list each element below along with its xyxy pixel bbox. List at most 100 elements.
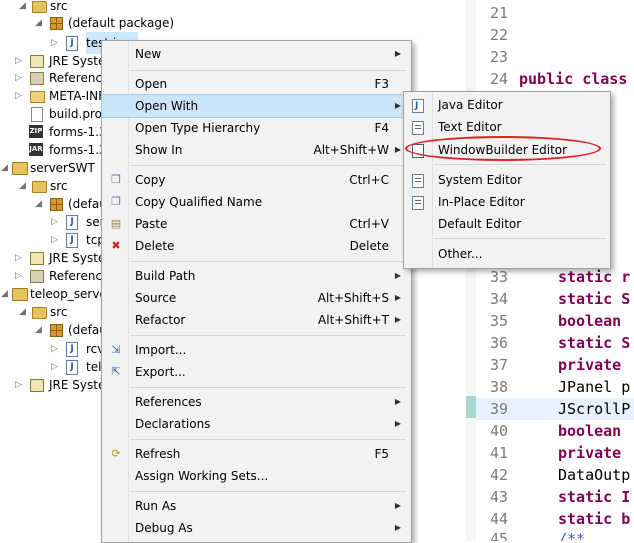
code-line[interactable]: 45 /** <box>476 528 634 541</box>
menu-item-paste[interactable]: ▤ Paste Ctrl+V <box>102 213 411 235</box>
source-folder-icon <box>32 307 47 319</box>
code-text: private <box>558 356 622 374</box>
menu-item-copy-qualified-name[interactable]: ❐ Copy Qualified Name <box>102 191 411 213</box>
code-line[interactable]: 22 <box>476 24 634 46</box>
code-line[interactable]: 43 static I <box>476 486 634 508</box>
tree-row-default-package[interactable]: ◢ (default package) <box>0 12 460 34</box>
code-text: private <box>558 444 622 462</box>
menu-item-build-path[interactable]: Build Path ▶ <box>102 265 411 287</box>
submenu-arrow-icon: ▶ <box>394 101 401 110</box>
open-with-submenu: Java Editor Text Editor WindowBuilder Ed… <box>403 91 611 269</box>
submenu-arrow-icon: ▶ <box>394 49 401 58</box>
submenu-item-java-editor[interactable]: Java Editor <box>404 94 610 117</box>
copy-icon: ❐ <box>111 173 121 186</box>
menu-item-import[interactable]: ⇲ Import... <box>102 339 411 361</box>
menu-item-label: Import... <box>135 343 187 357</box>
code-line[interactable]: 42 DataOutp <box>476 464 634 486</box>
submenu-arrow-icon: ▶ <box>394 315 401 324</box>
code-line[interactable]: 37 private <box>476 354 634 376</box>
menu-item-references[interactable]: References ▶ <box>102 391 411 413</box>
menu-item-delete[interactable]: ✖ Delete Delete <box>102 235 411 257</box>
collapse-arrow-icon[interactable]: ◢ <box>34 12 43 34</box>
menu-item-label: Run As <box>135 499 177 513</box>
menu-item-refresh[interactable]: ⟳ Refresh F5 <box>102 443 411 465</box>
ruler-highlight-marker <box>466 396 476 418</box>
package-icon <box>50 324 63 337</box>
menu-shortcut: Alt+Shift+W <box>313 143 390 157</box>
menu-shortcut: Delete <box>349 239 389 253</box>
menu-item-label: Source <box>135 291 177 305</box>
menu-shortcut: Ctrl+C <box>349 173 389 187</box>
project-icon <box>12 288 28 301</box>
submenu-arrow-icon: ▶ <box>394 523 401 532</box>
menu-item-source[interactable]: Source Alt+Shift+S ▶ <box>102 287 411 309</box>
menu-item-debug-as[interactable]: Debug As ▶ <box>102 517 411 539</box>
menu-item-open-with[interactable]: Open With ▶ <box>101 94 412 118</box>
code-line[interactable]: 24 public class <box>476 68 634 90</box>
code-line[interactable]: 38 JPanel p <box>476 376 634 398</box>
code-text: static r <box>558 268 631 286</box>
code-line[interactable]: 23 <box>476 46 634 68</box>
tree-label: (default package) <box>68 16 175 30</box>
properties-file-icon <box>31 107 43 122</box>
submenu-item-text-editor[interactable]: Text Editor <box>404 116 610 138</box>
code-line[interactable]: 40 boolean <box>476 420 634 442</box>
code-line[interactable]: 35 boolean <box>476 310 634 332</box>
menu-separator <box>130 491 406 492</box>
line-number: 41 <box>489 444 508 462</box>
menu-item-copy[interactable]: ❐ Copy Ctrl+C <box>102 169 411 191</box>
menu-item-label: Copy Qualified Name <box>135 195 263 209</box>
java-file-icon: J <box>66 233 78 248</box>
submenu-item-label: Java Editor <box>438 98 503 112</box>
menu-item-label: Assign Working Sets... <box>135 469 269 483</box>
package-icon <box>50 198 63 211</box>
code-line[interactable]: 34 static S <box>476 288 634 310</box>
code-line-current[interactable]: 39 JScrollP <box>476 398 634 420</box>
code-line[interactable]: 36 static S <box>476 332 634 354</box>
menu-item-open-type-hierarchy[interactable]: Open Type Hierarchy F4 <box>102 117 411 139</box>
submenu-arrow-icon: ▶ <box>394 501 401 510</box>
menu-item-assign-working-sets[interactable]: Assign Working Sets... <box>102 465 411 487</box>
jar-icon: JAR <box>29 143 43 156</box>
submenu-item-label: Text Editor <box>438 120 502 134</box>
menu-item-refactor[interactable]: Refactor Alt+Shift+T ▶ <box>102 309 411 331</box>
menu-separator <box>130 335 406 336</box>
line-number: 34 <box>489 290 508 308</box>
in-place-editor-icon <box>412 196 424 210</box>
menu-item-label: Build Path <box>135 269 196 283</box>
code-line[interactable]: 33 static r <box>476 266 634 288</box>
code-line[interactable]: 41 private <box>476 442 634 464</box>
menu-item-declarations[interactable]: Declarations ▶ <box>102 413 411 435</box>
submenu-item-system-editor[interactable]: System Editor <box>404 169 610 191</box>
menu-item-new[interactable]: New ▶ <box>102 43 411 65</box>
folder-icon <box>30 91 45 103</box>
menu-item-label: Open With <box>135 99 199 113</box>
submenu-item-other[interactable]: Other... <box>404 243 610 265</box>
submenu-item-in-place-editor[interactable]: In-Place Editor <box>404 191 610 213</box>
menu-item-export[interactable]: ⇱ Export... <box>102 361 411 383</box>
code-line[interactable]: 44 static b <box>476 508 634 530</box>
code-text: public class <box>519 70 628 88</box>
submenu-item-label: In-Place Editor <box>438 195 525 209</box>
expand-arrow-icon[interactable]: ▷ <box>14 374 23 396</box>
menu-item-label: References <box>135 395 202 409</box>
line-number: 40 <box>489 422 508 440</box>
line-number: 33 <box>489 268 508 286</box>
code-text: /** <box>558 530 586 541</box>
copy-qualified-name-icon: ❐ <box>111 195 121 208</box>
submenu-arrow-icon: ▶ <box>394 419 401 428</box>
menu-item-label: Delete <box>135 239 175 253</box>
menu-separator <box>130 165 406 166</box>
submenu-item-label: System Editor <box>438 173 523 187</box>
code-line[interactable]: 21 <box>476 2 634 24</box>
submenu-item-label: Other... <box>438 247 483 261</box>
menu-item-show-in[interactable]: Show In Alt+Shift+W ▶ <box>102 139 411 161</box>
menu-shortcut: F5 <box>374 447 389 461</box>
menu-item-run-as[interactable]: Run As ▶ <box>102 495 411 517</box>
submenu-item-default-editor[interactable]: Default Editor <box>404 213 610 235</box>
text-editor-icon <box>412 121 424 135</box>
line-number: 42 <box>489 466 508 484</box>
menu-shortcut: F3 <box>374 77 389 91</box>
menu-shortcut: Alt+Shift+S <box>317 291 389 305</box>
menu-item-open[interactable]: Open F3 <box>102 73 411 95</box>
